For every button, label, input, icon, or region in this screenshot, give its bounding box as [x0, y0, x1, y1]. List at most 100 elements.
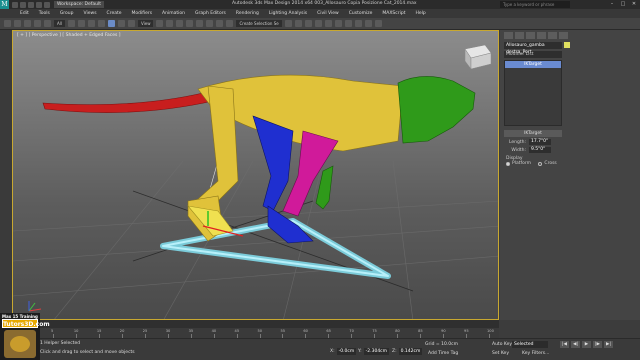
rollout-header[interactable]: IKTarget — [504, 130, 562, 137]
rect-selection-icon[interactable] — [87, 20, 95, 27]
key-selection-dropdown[interactable]: Selected — [512, 341, 548, 348]
viewport-label[interactable]: [ + ] [ Perspective ] [ Shaded + Edged F… — [17, 33, 121, 38]
view-cube[interactable] — [464, 44, 492, 70]
select-scale-icon[interactable] — [127, 20, 135, 27]
cross-radio[interactable]: Cross — [538, 161, 557, 166]
length-spinner[interactable]: 17.7"0" — [529, 139, 551, 145]
y-field[interactable]: -2.304cm — [363, 348, 390, 355]
menu-maxscript[interactable]: MAXScript — [382, 11, 405, 16]
menu-lighting-analysis[interactable]: Lighting Analysis — [269, 11, 307, 16]
maximize-icon[interactable]: □ — [619, 1, 627, 8]
menu-group[interactable]: Group — [60, 11, 74, 16]
selection-filter-dropdown[interactable]: All — [54, 20, 65, 27]
close-icon[interactable]: ✕ — [630, 1, 638, 8]
track-bar[interactable]: 0510152025303540455055606570758085909510… — [12, 328, 499, 338]
hierarchy-tab-icon[interactable] — [526, 32, 535, 39]
redo-icon[interactable] — [44, 1, 50, 8]
select-move-icon[interactable] — [107, 20, 115, 27]
prompt-line: Click and drag to select and move object… — [40, 350, 135, 355]
utilities-tab-icon[interactable] — [559, 32, 568, 39]
keyboard-shortcut-icon[interactable] — [176, 20, 184, 27]
render-frame-icon[interactable] — [364, 20, 372, 27]
percent-snap-icon[interactable] — [206, 20, 214, 27]
key-filters-button[interactable]: Key Filters... — [522, 351, 549, 356]
spinner-snap-icon[interactable] — [216, 20, 224, 27]
graphite-icon[interactable] — [314, 20, 322, 27]
menu-tools[interactable]: Tools — [39, 11, 50, 16]
motion-tab-icon[interactable] — [537, 32, 546, 39]
pivot-center-icon[interactable] — [156, 20, 164, 27]
menu-help[interactable]: Help — [415, 11, 425, 16]
time-slider[interactable]: 0 / 100 — [12, 320, 499, 328]
modify-tab-icon[interactable] — [515, 32, 524, 39]
play-icon[interactable]: ▶ — [582, 341, 591, 348]
display-tab-icon[interactable] — [548, 32, 557, 39]
z-field[interactable]: 0.142cm — [398, 348, 423, 355]
menu-views[interactable]: Views — [84, 11, 97, 16]
menu-rendering[interactable]: Rendering — [236, 11, 259, 16]
layer-manager-icon[interactable] — [304, 20, 312, 27]
object-color-swatch[interactable] — [564, 42, 570, 48]
manipulate-icon[interactable] — [166, 20, 174, 27]
platform-radio[interactable]: Platform — [506, 161, 531, 166]
dino-leg-yellow[interactable] — [197, 85, 239, 202]
link-icon[interactable] — [24, 20, 31, 27]
select-rotate-icon[interactable] — [117, 20, 125, 27]
dino-head[interactable] — [397, 76, 476, 144]
width-spinner[interactable]: 9.5"0" — [529, 147, 551, 153]
perspective-viewport[interactable]: [ + ] [ Perspective ] [ Shaded + Edged F… — [12, 30, 499, 320]
menu-graph-editors[interactable]: Graph Editors — [195, 11, 226, 16]
undo-icon[interactable] — [4, 20, 11, 27]
menu-animation[interactable]: Animation — [162, 11, 185, 16]
render-setup-icon[interactable] — [354, 20, 362, 27]
goto-start-icon[interactable]: |◀ — [560, 341, 569, 348]
align-icon[interactable] — [294, 20, 302, 27]
modifier-list-dropdown[interactable]: Modifier List — [504, 51, 562, 58]
menu-modifiers[interactable]: Modifiers — [132, 11, 153, 16]
display-group: Display Platform Cross — [506, 156, 634, 168]
material-editor-icon[interactable] — [344, 20, 352, 27]
add-time-tag[interactable]: Add Time Tag — [428, 351, 458, 356]
set-key-button[interactable]: Set Key — [492, 351, 509, 356]
open-file-icon[interactable] — [20, 1, 26, 8]
ref-coord-dropdown[interactable]: View — [137, 20, 154, 27]
workspace-dropdown[interactable]: Workspace: Default — [54, 1, 104, 8]
menu-edit[interactable]: Edit — [20, 11, 29, 16]
save-file-icon[interactable] — [28, 1, 34, 8]
modifier-stack[interactable]: IKTarget — [504, 60, 562, 126]
tick-label: 100 — [487, 329, 494, 333]
app-logo-icon[interactable]: M — [0, 0, 9, 9]
next-frame-icon[interactable]: |▶ — [593, 341, 602, 348]
select-by-name-icon[interactable] — [77, 20, 85, 27]
edit-named-sel-icon[interactable] — [226, 20, 234, 27]
auto-key-button[interactable]: Auto Key — [492, 342, 512, 347]
undo-icon[interactable] — [36, 1, 42, 8]
unlink-icon[interactable] — [34, 20, 41, 27]
new-file-icon[interactable] — [12, 1, 18, 8]
angle-snap-icon[interactable] — [196, 20, 204, 27]
x-field[interactable]: -0.0cm — [336, 348, 357, 355]
minimize-icon[interactable]: – — [608, 1, 616, 8]
menu-create[interactable]: Create — [107, 11, 122, 16]
dino-tail[interactable] — [42, 92, 214, 113]
menu-customize[interactable]: Customize — [349, 11, 373, 16]
named-selection-dropdown[interactable]: Create Selection Se — [236, 20, 282, 27]
dino-leg-blue[interactable] — [252, 115, 294, 212]
goto-end-icon[interactable]: ▶| — [604, 341, 613, 348]
window-crossing-icon[interactable] — [97, 20, 105, 27]
create-tab-icon[interactable] — [504, 32, 513, 39]
redo-icon[interactable] — [14, 20, 21, 27]
stack-item-iktarget[interactable]: IKTarget — [505, 61, 561, 68]
select-object-icon[interactable] — [67, 20, 75, 27]
search-input[interactable]: Type a keyword or phrase — [500, 1, 570, 8]
snap-toggle-icon[interactable] — [186, 20, 194, 27]
curve-editor-icon[interactable] — [324, 20, 332, 27]
prev-frame-icon[interactable]: ◀| — [571, 341, 580, 348]
mirror-icon[interactable] — [284, 20, 292, 27]
object-name-field[interactable]: Allosauro_gamba destra_Port — [504, 42, 562, 55]
render-icon[interactable] — [374, 20, 382, 27]
tick-label: 85 — [418, 329, 423, 333]
bind-space-warp-icon[interactable] — [44, 20, 51, 27]
menu-civil-view[interactable]: Civil View — [317, 11, 339, 16]
schematic-view-icon[interactable] — [334, 20, 342, 27]
